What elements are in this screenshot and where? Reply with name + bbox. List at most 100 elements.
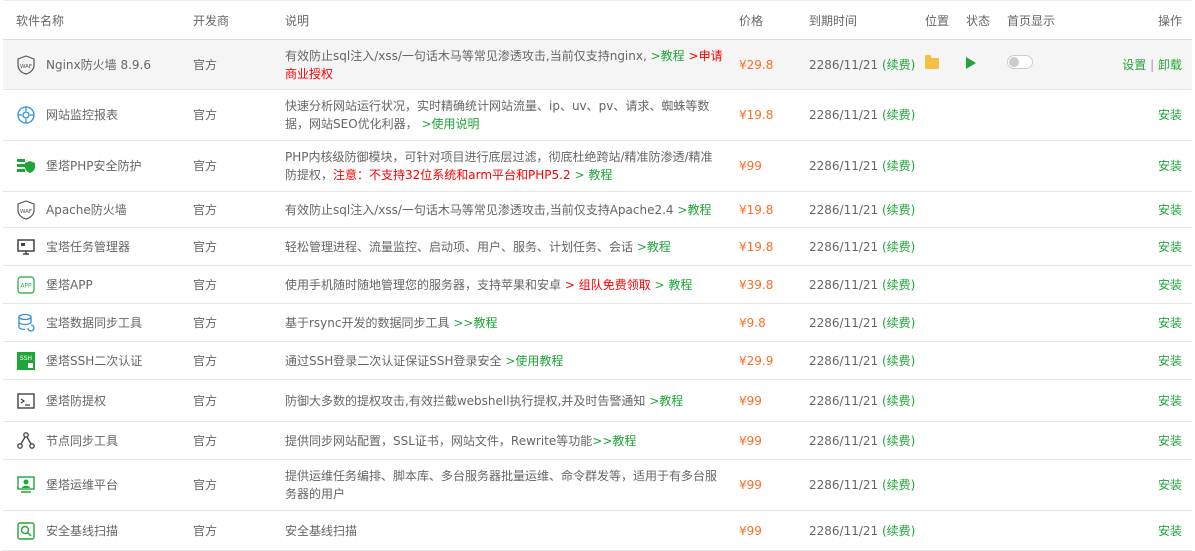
- install-link[interactable]: 安装: [1158, 394, 1182, 408]
- col-expire-header[interactable]: 到期时间: [809, 0, 925, 40]
- table-row[interactable]: 网站监控报表 官方 快速分析网站运行状况，实时精确统计网站流量、ip、uv、pv…: [3, 89, 1192, 141]
- app-icon: APP: [16, 275, 36, 295]
- svg-text:WAF: WAF: [20, 64, 32, 70]
- status-cell: [966, 39, 1007, 90]
- homepage-toggle[interactable]: [1007, 55, 1033, 69]
- install-link[interactable]: 安装: [1158, 203, 1182, 217]
- plugin-name: 节点同步工具: [46, 433, 119, 448]
- plugin-name: 堡塔运维平台: [46, 478, 119, 492]
- expire-date: 2286/11/21 (续费): [809, 227, 925, 266]
- col-name-header[interactable]: 软件名称: [3, 0, 193, 40]
- renew-link[interactable]: (续费): [882, 58, 915, 72]
- col-location-header: 位置: [925, 0, 966, 40]
- renew-link[interactable]: (续费): [882, 354, 915, 368]
- operation-cell: 安装: [1097, 140, 1192, 192]
- uninstall-link[interactable]: 卸载: [1158, 58, 1182, 72]
- tutorial-link[interactable]: >教程: [677, 203, 711, 217]
- tutorial-link[interactable]: > 教程: [574, 168, 612, 182]
- table-row[interactable]: 宝塔任务管理器 官方 轻松管理进程、流量监控、启动项、用户、服务、计划任务、会话…: [3, 227, 1192, 266]
- tutorial-link[interactable]: >教程: [649, 394, 683, 408]
- renew-link[interactable]: (续费): [882, 240, 915, 254]
- ssh-icon: SSH: [16, 351, 36, 371]
- renew-link[interactable]: (续费): [882, 524, 915, 538]
- description: 使用手机随时随地管理您的服务器，支持苹果和安卓 > 组队免费领取 > 教程: [285, 265, 739, 304]
- play-icon[interactable]: [966, 56, 976, 69]
- table-row[interactable]: APP 堡塔APP 官方 使用手机随时随地管理您的服务器，支持苹果和安卓 > 组队…: [3, 265, 1192, 304]
- col-homepage-header: 首页显示: [1007, 0, 1097, 40]
- operation-cell: 安装: [1097, 341, 1192, 380]
- table-row[interactable]: 堡塔PHP安全防护 官方 PHP内核级防御模块，可针对项目进行底层过滤，彻底杜绝…: [3, 140, 1192, 192]
- price: ¥9.8: [739, 303, 809, 342]
- tutorial-link[interactable]: >教程: [637, 240, 671, 254]
- table-row[interactable]: WAF Nginx防火墙 8.9.6 官方 有效防止sql注入/xss/一句话木马…: [3, 39, 1192, 90]
- install-link[interactable]: 安装: [1158, 434, 1182, 448]
- renew-link[interactable]: (续费): [882, 434, 915, 448]
- settings-link[interactable]: 设置: [1122, 58, 1146, 72]
- developer: 官方: [193, 265, 285, 304]
- install-link[interactable]: 安装: [1158, 108, 1182, 122]
- price: ¥99: [739, 379, 809, 422]
- table-row[interactable]: WAF Apache防火墙 官方 有效防止sql注入/xss/一句话木马等常见渗透…: [3, 191, 1192, 228]
- ops-platform-icon: [16, 475, 36, 495]
- install-link[interactable]: 安装: [1158, 354, 1182, 368]
- operation-cell: 安装: [1097, 459, 1192, 511]
- operation-cell: 安装: [1097, 191, 1192, 228]
- renew-link[interactable]: (续费): [882, 478, 915, 492]
- install-link[interactable]: 安装: [1158, 240, 1182, 254]
- renew-link[interactable]: (续费): [882, 394, 915, 408]
- install-link[interactable]: 安装: [1158, 159, 1182, 173]
- tutorial-link[interactable]: >>教程: [453, 316, 497, 330]
- price: ¥99: [739, 459, 809, 511]
- developer: 官方: [193, 379, 285, 422]
- tutorial-link[interactable]: >教程: [651, 49, 685, 63]
- svg-text:APP: APP: [20, 282, 32, 289]
- price: ¥29.9: [739, 341, 809, 380]
- table-row[interactable]: 堡塔防提权 官方 防御大多数的提权攻击,有效拦截webshell执行提权,并及时…: [3, 379, 1192, 422]
- col-status-header: 状态: [966, 0, 1007, 40]
- table-row[interactable]: 宝塔数据同步工具 官方 基于rsync开发的数据同步工具 >>教程 ¥9.8 2…: [3, 303, 1192, 342]
- renew-link[interactable]: (续费): [882, 278, 915, 292]
- col-price-header[interactable]: 价格: [739, 0, 809, 40]
- expire-date: 2286/11/21 (续费): [809, 303, 925, 342]
- usage-link[interactable]: >使用说明: [421, 117, 479, 131]
- folder-icon[interactable]: [925, 54, 939, 69]
- install-link[interactable]: 安装: [1158, 278, 1182, 292]
- plugin-name: 网站监控报表: [46, 108, 119, 122]
- table-row[interactable]: 安全基线扫描 官方 安全基线扫描 ¥99 2286/11/21 (续费) 安装: [3, 510, 1192, 551]
- price: ¥19.8: [739, 191, 809, 228]
- renew-link[interactable]: (续费): [882, 203, 915, 217]
- renew-link[interactable]: (续费): [882, 316, 915, 330]
- col-description-header: 说明: [285, 0, 739, 40]
- description: 通过SSH登录二次认证保证SSH登录安全 >使用教程: [285, 341, 739, 380]
- description: 轻松管理进程、流量监控、启动项、用户、服务、计划任务、会话 >教程: [285, 227, 739, 266]
- renew-link[interactable]: (续费): [882, 108, 915, 122]
- operation-cell: 安装: [1097, 265, 1192, 304]
- developer: 官方: [193, 89, 285, 141]
- description: PHP内核级防御模块，可针对项目进行底层过滤，彻底杜绝跨站/精准防渗透/精准防提…: [285, 140, 739, 192]
- tutorial-link[interactable]: >使用教程: [505, 354, 563, 368]
- table-row[interactable]: SSH 堡塔SSH二次认证 官方 通过SSH登录二次认证保证SSH登录安全 >使用…: [3, 341, 1192, 380]
- monitor-icon: [16, 105, 36, 125]
- expire-date: 2286/11/21 (续费): [809, 379, 925, 422]
- waf-icon: WAF: [16, 54, 36, 75]
- tutorial-link[interactable]: > 教程: [655, 278, 693, 292]
- expire-date: 2286/11/21 (续费): [809, 39, 925, 90]
- tutorial-link[interactable]: >>教程: [592, 434, 636, 448]
- developer: 官方: [193, 510, 285, 551]
- table-row[interactable]: 节点同步工具 官方 提供同步网站配置，SSL证书，网站文件，Rewrite等功能…: [3, 421, 1192, 460]
- description: 基于rsync开发的数据同步工具 >>教程: [285, 303, 739, 342]
- install-link[interactable]: 安装: [1158, 478, 1182, 492]
- team-free-link[interactable]: > 组队免费领取: [565, 278, 651, 292]
- plugin-name: 堡塔防提权: [46, 393, 107, 408]
- operation-cell: 安装: [1097, 379, 1192, 422]
- price: ¥39.8: [739, 265, 809, 304]
- location-cell: [925, 39, 966, 90]
- install-link[interactable]: 安装: [1158, 316, 1182, 330]
- renew-link[interactable]: (续费): [882, 159, 915, 173]
- install-link[interactable]: 安装: [1158, 524, 1182, 538]
- price: ¥29.8: [739, 39, 809, 90]
- operation-cell: 设置 | 卸载: [1097, 39, 1192, 90]
- developer: 官方: [193, 303, 285, 342]
- table-row[interactable]: 堡塔运维平台 官方 提供运维任务编排、脚本库、多台服务器批量运维、命令群发等，适…: [3, 459, 1192, 511]
- description: 快速分析网站运行状况，实时精确统计网站流量、ip、uv、pv、请求、蜘蛛等数据，…: [285, 89, 739, 141]
